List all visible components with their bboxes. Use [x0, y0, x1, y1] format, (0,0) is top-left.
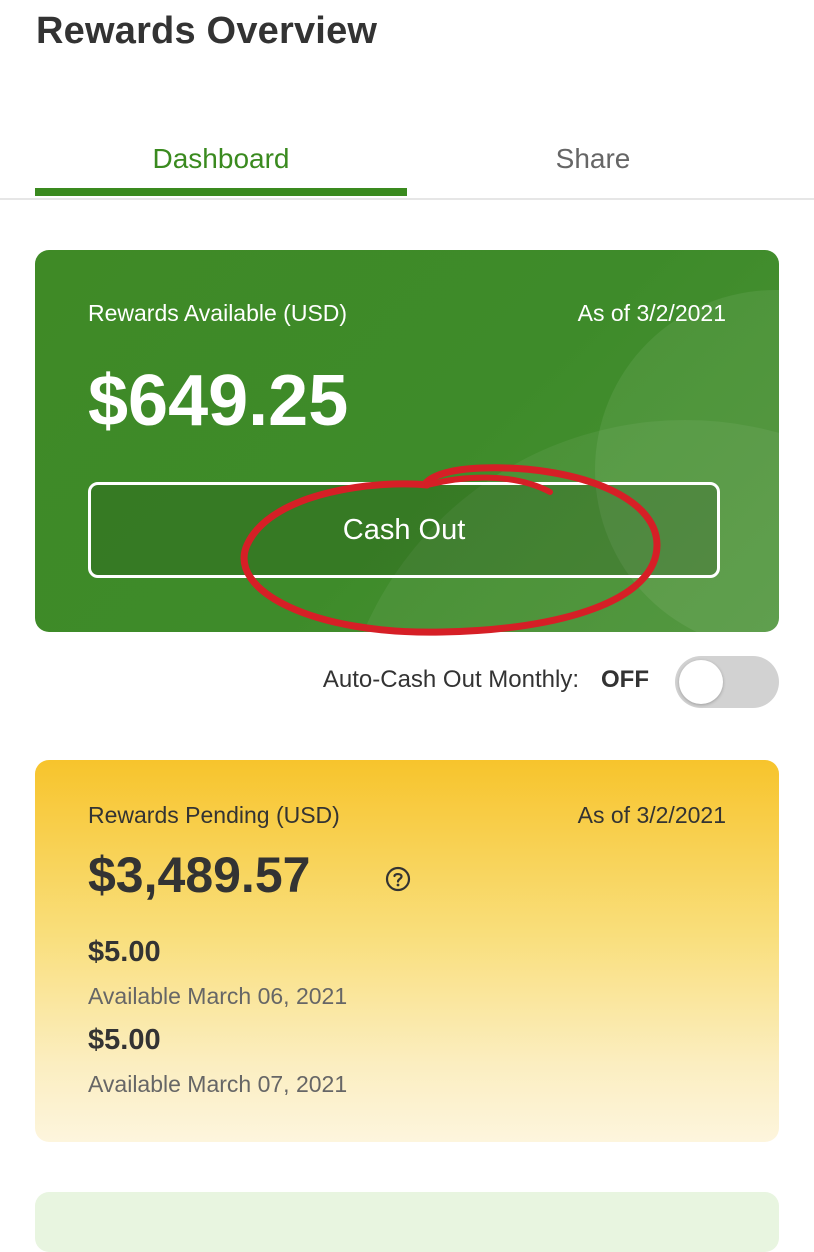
rewards-available-card: Rewards Available (USD) As of 3/2/2021 $… — [35, 250, 779, 632]
pending-item: $5.00 Available March 07, 2021 — [88, 1024, 347, 1098]
tab-bar: Dashboard Share — [0, 120, 814, 200]
pending-item-amount: $5.00 — [88, 936, 161, 968]
toggle-knob — [679, 660, 723, 704]
auto-cash-out-row: Auto-Cash Out Monthly: OFF — [0, 656, 779, 708]
question-circle-icon[interactable] — [385, 866, 411, 892]
cash-out-button[interactable]: Cash Out — [88, 482, 720, 578]
pending-item: $5.00 Available March 06, 2021 — [88, 936, 347, 1010]
rewards-pending-label: Rewards Pending (USD) — [88, 802, 340, 828]
pending-item-amount: $5.00 — [88, 1024, 161, 1056]
page-title: Rewards Overview — [36, 10, 378, 52]
rewards-pending-amount: $3,489.57 — [88, 847, 311, 903]
auto-cash-out-label: Auto-Cash Out Monthly: — [322, 666, 579, 693]
rewards-available-label: Rewards Available (USD) — [88, 300, 348, 326]
pending-item-date: Available March 07, 2021 — [88, 1071, 348, 1097]
rewards-pending-date: As of 3/2/2021 — [577, 802, 726, 828]
tab-dashboard[interactable]: Dashboard — [35, 120, 407, 198]
rewards-pending-card: Rewards Pending (USD) As of 3/2/2021 $3,… — [35, 760, 779, 1142]
pending-item-date: Available March 06, 2021 — [88, 983, 348, 1009]
tab-share[interactable]: Share — [407, 120, 779, 198]
next-card-partial — [35, 1192, 779, 1252]
auto-cash-out-toggle[interactable] — [675, 656, 779, 708]
active-tab-indicator — [35, 188, 407, 196]
auto-cash-out-status: OFF — [601, 666, 649, 693]
rewards-available-amount: $649.25 — [88, 361, 349, 441]
rewards-available-date: As of 3/2/2021 — [577, 300, 726, 326]
